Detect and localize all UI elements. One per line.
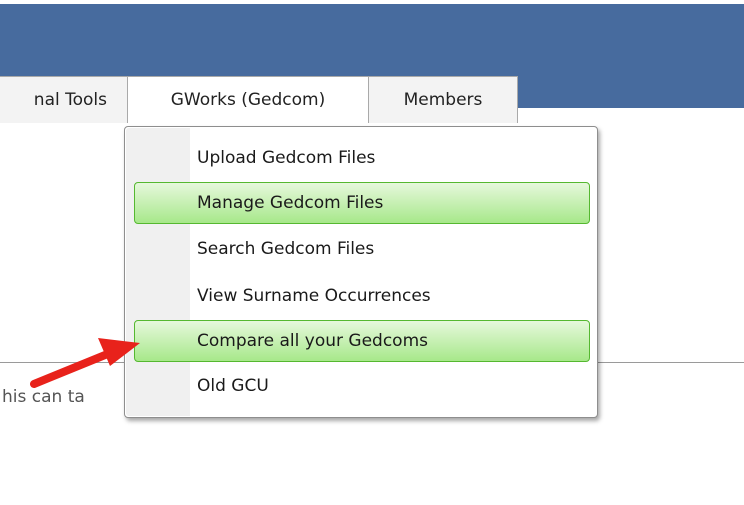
gworks-dropdown-menu: Upload Gedcom Files Manage Gedcom Files … [124,126,598,418]
menu-item-old-gcu[interactable]: Old GCU [134,365,590,407]
partial-content-text: his can ta [2,387,85,407]
menu-item-view-surname-occurrences[interactable]: View Surname Occurrences [134,275,590,317]
menu-item-search-gedcom-files[interactable]: Search Gedcom Files [134,228,590,270]
top-nav-tabs: nal Tools GWorks (Gedcom) Members [0,76,518,124]
menu-item-upload-gedcom-files[interactable]: Upload Gedcom Files [134,137,590,179]
top-edge [0,0,744,4]
tab-personal-tools[interactable]: nal Tools [0,76,128,123]
tab-members[interactable]: Members [369,76,518,123]
menu-item-manage-gedcom-files[interactable]: Manage Gedcom Files [134,182,590,224]
menu-item-compare-all-gedcoms[interactable]: Compare all your Gedcoms [134,320,590,362]
tab-gworks-gedcom[interactable]: GWorks (Gedcom) [128,76,369,123]
